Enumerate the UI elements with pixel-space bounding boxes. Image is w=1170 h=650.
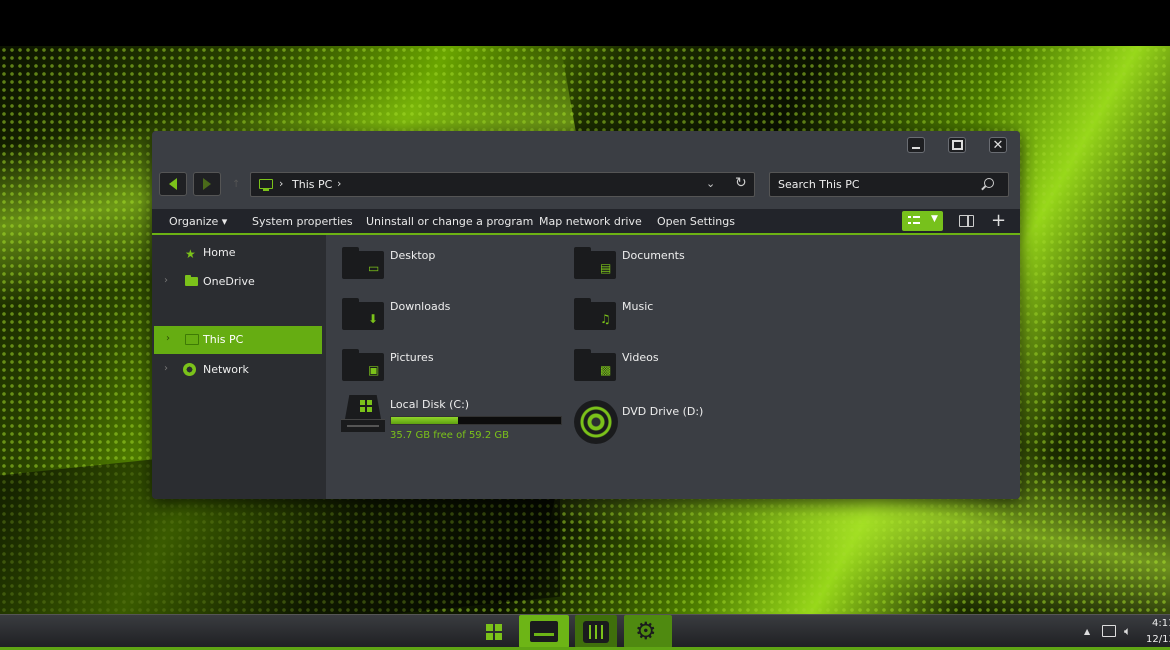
folder-label[interactable]: Music (622, 300, 653, 313)
sidebar-item-label: This PC (203, 333, 244, 346)
uninstall-program-button[interactable]: Uninstall or change a program (366, 215, 533, 228)
clock-time[interactable]: 4:11 (1152, 618, 1170, 629)
chevron-down-icon[interactable]: ⌄ (706, 177, 715, 190)
folder-label[interactable]: Desktop (390, 249, 435, 262)
volume-icon[interactable]: 🔈︎ (1124, 624, 1131, 639)
disk-usage-bar (390, 416, 562, 425)
monitor-icon (259, 179, 273, 191)
windows-logo-icon (360, 400, 372, 412)
downloads-folder-icon[interactable]: ⬇ (342, 298, 386, 330)
refresh-icon[interactable]: ↻ (735, 175, 747, 191)
folder-label[interactable]: Videos (622, 351, 659, 364)
close-button[interactable]: ✕ (989, 137, 1007, 153)
desktop-folder-icon[interactable]: ▭ (342, 247, 386, 279)
chevron-right-icon[interactable]: › (337, 177, 341, 190)
up-arrow-icon[interactable]: ↑ (232, 179, 240, 190)
minimize-icon (912, 146, 920, 149)
command-bar: Organize ▾ System properties Uninstall o… (152, 209, 1020, 235)
hard-drive-icon[interactable] (341, 395, 385, 433)
close-icon: ✕ (992, 137, 1004, 153)
taskbar-settings[interactable]: ⚙ (624, 615, 672, 648)
back-arrow-icon (169, 178, 177, 190)
folder-icon (530, 621, 558, 642)
videos-folder-icon[interactable]: ▩ (574, 349, 618, 381)
chevron-right-icon[interactable]: › (164, 363, 168, 374)
chevron-right-icon[interactable]: › (279, 177, 283, 190)
gear-icon: ⚙ (635, 617, 657, 645)
open-settings-button[interactable]: Open Settings (657, 215, 735, 228)
sliders-icon (583, 621, 609, 643)
preview-pane-icon[interactable] (959, 215, 974, 227)
sidebar-item-label: OneDrive (203, 275, 255, 288)
pictures-folder-icon[interactable]: ▣ (342, 349, 386, 381)
documents-folder-icon[interactable]: ▤ (574, 247, 618, 279)
navigation-bar: ↑ › This PC › ⌄ ↻ Search This PC (152, 161, 1020, 209)
new-tab-icon[interactable]: + (991, 210, 1006, 231)
forward-button[interactable] (193, 172, 221, 196)
start-button-icon[interactable] (486, 624, 502, 640)
navigation-pane: ★ Home › OneDrive › This PC › Network (152, 235, 326, 499)
sidebar-item-onedrive[interactable]: › OneDrive (152, 268, 326, 296)
folder-label[interactable]: Pictures (390, 351, 434, 364)
network-icon (183, 363, 196, 376)
map-network-drive-button[interactable]: Map network drive (539, 215, 642, 228)
folder-label[interactable]: Downloads (390, 300, 450, 313)
disk-free-space: 35.7 GB free of 59.2 GB (390, 430, 509, 441)
address-bar[interactable]: › This PC › ⌄ ↻ (250, 172, 755, 197)
music-folder-icon[interactable]: ♫ (574, 298, 618, 330)
drive-label[interactable]: DVD Drive (D:) (622, 405, 703, 418)
taskbar-mixer-app[interactable] (575, 615, 617, 648)
network-tray-icon[interactable] (1102, 625, 1116, 637)
taskbar: ⚙ ▲ 🔈︎ 4:11 12/13 (0, 614, 1170, 650)
sidebar-item-label: Home (203, 246, 236, 259)
home-icon: ★ (185, 247, 196, 261)
chevron-right-icon[interactable]: › (166, 333, 170, 344)
search-input[interactable]: Search This PC (769, 172, 1009, 197)
sidebar-item-this-pc[interactable]: › This PC (154, 326, 322, 354)
details-view-icon (908, 215, 920, 227)
forward-arrow-icon (203, 178, 211, 190)
tray-overflow-icon[interactable]: ▲ (1084, 627, 1090, 636)
maximize-icon (951, 140, 963, 150)
sidebar-item-label: Network (203, 363, 249, 376)
title-bar[interactable]: ✕ (152, 131, 1020, 161)
folder-label[interactable]: Documents (622, 249, 685, 262)
taskbar-file-explorer[interactable] (519, 615, 569, 648)
maximize-button[interactable] (948, 137, 966, 153)
system-properties-button[interactable]: System properties (252, 215, 353, 228)
file-explorer-window: ✕ ↑ › This PC › ⌄ ↻ Search This PC Organ… (152, 131, 1020, 499)
search-icon (984, 178, 994, 188)
clock-date[interactable]: 12/13 (1146, 634, 1170, 645)
disk-usage-fill (391, 417, 459, 424)
sidebar-item-network[interactable]: › Network (152, 356, 326, 384)
pc-icon (185, 334, 199, 345)
minimize-button[interactable] (907, 137, 925, 153)
organize-button[interactable]: Organize ▾ (169, 215, 227, 228)
dvd-drive-icon[interactable] (574, 400, 618, 444)
search-placeholder: Search This PC (778, 178, 860, 191)
chevron-right-icon[interactable]: › (164, 275, 168, 286)
onedrive-icon (185, 275, 198, 286)
sidebar-item-home[interactable]: ★ Home (152, 239, 326, 267)
view-options-button[interactable]: ▼ (902, 211, 943, 231)
address-location[interactable]: This PC (292, 178, 332, 191)
chevron-down-icon: ▼ (931, 214, 938, 224)
content-area: ▭ Desktop ▤ Documents ⬇ Downloads ♫ Musi… (326, 235, 1020, 499)
back-button[interactable] (159, 172, 187, 196)
drive-label[interactable]: Local Disk (C:) (390, 398, 469, 411)
